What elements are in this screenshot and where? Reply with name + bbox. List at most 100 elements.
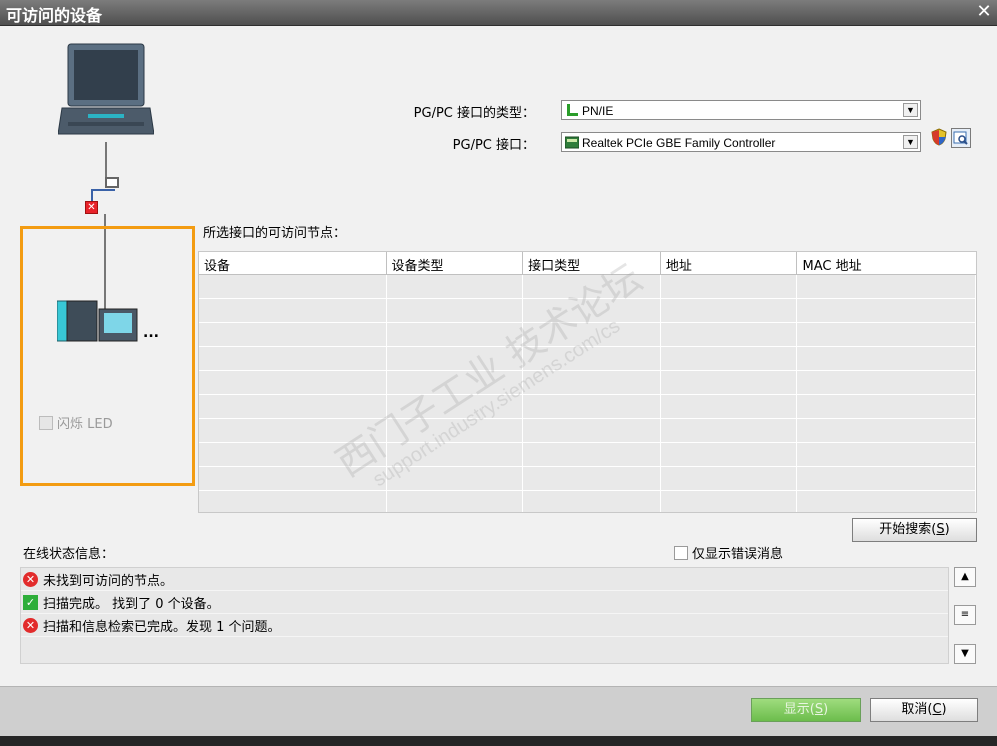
pn-ie-icon xyxy=(567,104,578,116)
table-cell xyxy=(661,323,798,346)
online-status-label: 在线状态信息： xyxy=(23,547,115,562)
cable-segment xyxy=(91,189,115,191)
table-cell xyxy=(797,323,976,346)
pgpc-interface-select[interactable]: Realtek PCIe GBE Family Controller ▼ xyxy=(561,132,921,152)
pgpc-type-select[interactable]: PN/IE ▼ xyxy=(561,100,921,120)
table-body xyxy=(199,275,976,512)
table-cell xyxy=(797,419,976,442)
errors-only-checkbox[interactable] xyxy=(674,545,688,560)
show-shortcut: S xyxy=(814,702,824,717)
column-header-interface-type[interactable]: 接口类型 xyxy=(523,252,661,274)
cancel-shortcut: C xyxy=(932,702,942,717)
column-header-device-type[interactable]: 设备类型 xyxy=(387,252,524,274)
table-row[interactable] xyxy=(199,371,976,395)
show-label: 显示 xyxy=(783,702,810,717)
status-message-list: ✕ 未找到可访问的节点。 ✓ 扫描完成。 找到了 0 个设备。 ✕ 扫描和信息检… xyxy=(20,567,949,664)
errors-only-label: 仅显示错误消息 xyxy=(692,547,784,562)
error-icon: ✕ xyxy=(23,571,38,587)
status-message: ✕ 扫描和信息检索已完成。发现 1 个问题。 xyxy=(21,614,948,637)
pgpc-interface-value: Realtek PCIe GBE Family Controller xyxy=(582,136,776,150)
close-icon[interactable]: ✕ xyxy=(973,1,995,23)
chevron-down-icon[interactable]: ▼ xyxy=(903,135,918,149)
show-button[interactable]: 显示(S) xyxy=(751,698,861,722)
search-icon xyxy=(953,131,968,145)
table-cell xyxy=(387,371,524,394)
pgpc-type-label: PG/PC 接口的类型： xyxy=(413,106,535,121)
pgpc-interface-label: PG/PC 接口： xyxy=(452,138,535,153)
column-header-mac-address[interactable]: MAC 地址 xyxy=(797,252,976,274)
table-cell xyxy=(661,371,798,394)
table-row[interactable] xyxy=(199,323,976,347)
table-row[interactable] xyxy=(199,419,976,443)
table-row[interactable] xyxy=(199,347,976,371)
table-cell xyxy=(661,275,798,298)
table-cell xyxy=(199,419,387,442)
table-row[interactable] xyxy=(199,395,976,419)
table-cell xyxy=(523,467,661,490)
table-cell xyxy=(797,491,976,512)
table-cell xyxy=(523,371,661,394)
table-cell xyxy=(797,275,976,298)
table-cell xyxy=(661,419,798,442)
table-cell xyxy=(199,395,387,418)
table-cell xyxy=(387,323,524,346)
table-row[interactable] xyxy=(199,275,976,299)
table-cell xyxy=(797,347,976,370)
pgpc-type-value: PN/IE xyxy=(582,104,614,118)
table-cell xyxy=(523,323,661,346)
accessible-nodes-label: 所选接口的可访问节点： xyxy=(203,226,347,241)
status-message: ✓ 扫描完成。 找到了 0 个设备。 xyxy=(21,591,948,614)
error-icon: ✕ xyxy=(23,617,38,633)
table-cell xyxy=(387,395,524,418)
table-row[interactable] xyxy=(199,299,976,323)
column-header-address[interactable]: 地址 xyxy=(661,252,798,274)
chevron-down-icon[interactable]: ▼ xyxy=(903,103,918,117)
status-message-text: 扫描和信息检索已完成。发现 1 个问题。 xyxy=(43,619,281,635)
column-header-device[interactable]: 设备 xyxy=(199,252,387,274)
flash-led-label: 闪烁 LED xyxy=(57,417,113,432)
table-cell xyxy=(523,395,661,418)
table-cell xyxy=(387,443,524,466)
interface-properties-button[interactable] xyxy=(951,128,971,148)
table-cell xyxy=(797,443,976,466)
table-cell xyxy=(661,395,798,418)
scroll-down-icon[interactable]: ▼ xyxy=(954,644,976,664)
table-cell xyxy=(523,419,661,442)
cable-segment xyxy=(105,142,107,182)
start-search-button[interactable]: 开始搜索(S) xyxy=(852,518,977,542)
status-message-text: 未找到可访问的节点。 xyxy=(43,573,174,589)
table-cell xyxy=(661,299,798,322)
security-shield-icon[interactable] xyxy=(930,128,948,146)
table-cell xyxy=(387,419,524,442)
table-cell xyxy=(199,347,387,370)
table-cell xyxy=(387,275,524,298)
table-cell xyxy=(387,491,524,512)
table-cell xyxy=(523,443,661,466)
table-row[interactable] xyxy=(199,443,976,467)
table-cell xyxy=(523,299,661,322)
target-device-panel: ... 闪烁 LED xyxy=(20,226,195,486)
window-title: 可访问的设备 xyxy=(6,6,103,25)
network-card-icon xyxy=(565,136,579,149)
status-message: ✕ 未找到可访问的节点。 xyxy=(21,568,948,591)
table-cell xyxy=(661,467,798,490)
table-header: 设备 设备类型 接口类型 地址 MAC 地址 xyxy=(199,252,976,275)
scroll-up-icon[interactable]: ▲ xyxy=(954,567,976,587)
table-row[interactable] xyxy=(199,491,976,512)
bottom-edge xyxy=(0,736,997,746)
table-row[interactable] xyxy=(199,467,976,491)
table-cell xyxy=(199,491,387,512)
pg-laptop-icon xyxy=(58,43,154,135)
table-cell xyxy=(199,467,387,490)
cancel-label: 取消 xyxy=(901,702,928,717)
table-cell xyxy=(387,299,524,322)
status-scrollbar[interactable]: ▲ ≡ ▼ xyxy=(954,567,976,664)
more-indicator: ... xyxy=(143,325,159,341)
table-cell xyxy=(387,467,524,490)
title-bar: 可访问的设备 ✕ xyxy=(0,0,997,26)
errors-only-control[interactable]: 仅显示错误消息 xyxy=(674,543,783,562)
scroll-thumb[interactable]: ≡ xyxy=(954,605,976,625)
table-cell xyxy=(661,443,798,466)
cancel-button[interactable]: 取消(C) xyxy=(870,698,978,722)
flash-led-checkbox[interactable] xyxy=(39,415,53,430)
